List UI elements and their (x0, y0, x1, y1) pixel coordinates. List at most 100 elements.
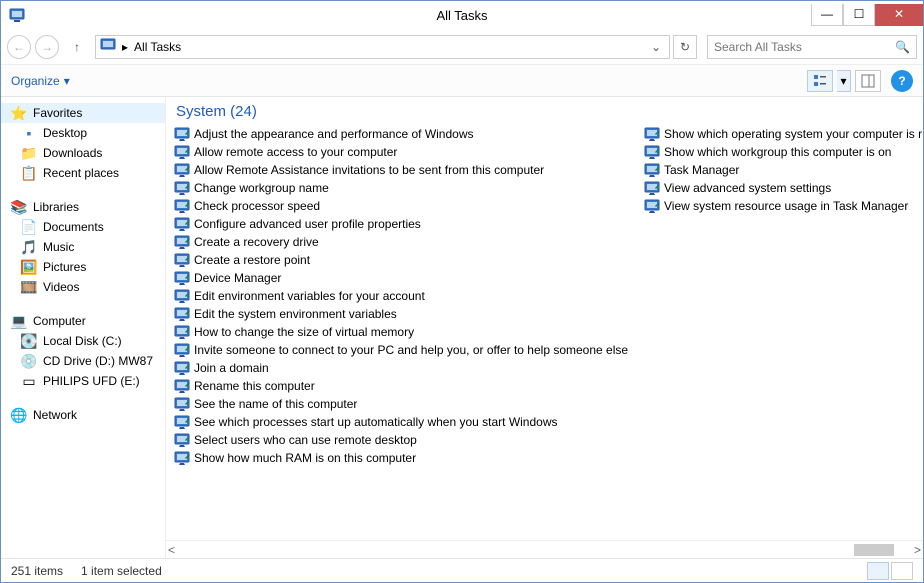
task-item[interactable]: Show which operating system your compute… (644, 126, 922, 142)
tree-item-desktop[interactable]: ▪Desktop (1, 123, 165, 143)
control-panel-icon (174, 415, 190, 429)
task-item[interactable]: Device Manager (174, 270, 644, 286)
status-selection: 1 item selected (81, 564, 162, 578)
task-item[interactable]: View advanced system settings (644, 180, 922, 196)
status-bar: 251 items 1 item selected (1, 558, 923, 582)
control-panel-icon (174, 307, 190, 321)
control-panel-icon (174, 379, 190, 393)
tree-item-usb-drive[interactable]: ▭PHILIPS UFD (E:) (1, 371, 165, 391)
tree-network[interactable]: 🌐Network (1, 405, 165, 425)
tree-item-cd-drive[interactable]: 💿CD Drive (D:) MW87 (1, 351, 165, 371)
address-bar[interactable]: ▸ All Tasks ⌄ (95, 35, 670, 59)
task-label: Adjust the appearance and performance of… (194, 127, 474, 141)
task-item[interactable]: View system resource usage in Task Manag… (644, 198, 922, 214)
task-item[interactable]: Edit environment variables for your acco… (174, 288, 644, 304)
task-item[interactable]: Show which workgroup this computer is on (644, 144, 922, 160)
recent-icon: 📋 (21, 165, 37, 181)
task-item[interactable]: Change workgroup name (174, 180, 644, 196)
task-item[interactable]: Edit the system environment variables (174, 306, 644, 322)
task-item[interactable]: Configure advanced user profile properti… (174, 216, 644, 232)
tree-item-recent[interactable]: 📋Recent places (1, 163, 165, 183)
breadcrumb-separator: ▸ (122, 40, 128, 54)
task-item[interactable]: Join a domain (174, 360, 644, 376)
organize-menu[interactable]: Organize ▾ (11, 74, 70, 88)
tree-item-videos[interactable]: 🎞️Videos (1, 277, 165, 297)
title-bar: All Tasks — ☐ ✕ (1, 1, 923, 29)
task-item[interactable]: Task Manager (644, 162, 922, 178)
breadcrumb-item[interactable]: All Tasks (134, 40, 181, 54)
task-label: Allow remote access to your computer (194, 145, 397, 159)
search-icon: 🔍 (895, 40, 910, 54)
pictures-icon: 🖼️ (21, 259, 37, 275)
content-pane: System (24) Adjust the appearance and pe… (166, 97, 923, 558)
body-pane: ⭐Favorites ▪Desktop 📁Downloads 📋Recent p… (1, 97, 923, 558)
control-panel-icon (174, 199, 190, 213)
task-item[interactable]: Create a restore point (174, 252, 644, 268)
tree-libraries[interactable]: 📚Libraries (1, 197, 165, 217)
task-item[interactable]: Rename this computer (174, 378, 644, 394)
scroll-thumb[interactable] (854, 544, 894, 556)
task-label: View advanced system settings (664, 181, 831, 195)
search-box[interactable]: 🔍 (707, 35, 917, 59)
view-mode-dropdown[interactable]: ▾ (837, 70, 851, 92)
task-label: How to change the size of virtual memory (194, 325, 414, 339)
preview-pane-button[interactable] (855, 70, 881, 92)
task-item[interactable]: See the name of this computer (174, 396, 644, 412)
help-button[interactable]: ? (891, 70, 913, 92)
control-panel-icon (644, 163, 660, 177)
view-mode-button[interactable] (807, 70, 833, 92)
maximize-button[interactable]: ☐ (843, 4, 875, 26)
scroll-right-arrow[interactable]: > (914, 543, 921, 557)
refresh-button[interactable]: ↻ (673, 35, 697, 59)
task-label: Configure advanced user profile properti… (194, 217, 421, 231)
videos-icon: 🎞️ (21, 279, 37, 295)
horizontal-scrollbar[interactable]: < > (166, 540, 923, 558)
tree-item-downloads[interactable]: 📁Downloads (1, 143, 165, 163)
task-label: See the name of this computer (194, 397, 357, 411)
task-item[interactable]: How to change the size of virtual memory (174, 324, 644, 340)
icons-view-button[interactable] (891, 562, 913, 580)
search-input[interactable] (714, 40, 895, 54)
task-item[interactable]: Check processor speed (174, 198, 644, 214)
details-view-button[interactable] (867, 562, 889, 580)
task-item[interactable]: Show how much RAM is on this computer (174, 450, 644, 466)
task-label: Show which workgroup this computer is on (664, 145, 891, 159)
control-panel-icon (174, 433, 190, 447)
tree-favorites[interactable]: ⭐Favorites (1, 103, 165, 123)
task-item[interactable]: Invite someone to connect to your PC and… (174, 342, 644, 358)
address-dropdown[interactable]: ⌄ (647, 40, 665, 54)
tree-item-music[interactable]: 🎵Music (1, 237, 165, 257)
navigation-tree: ⭐Favorites ▪Desktop 📁Downloads 📋Recent p… (1, 97, 166, 558)
task-label: Create a recovery drive (194, 235, 319, 249)
music-icon: 🎵 (21, 239, 37, 255)
task-label: Task Manager (664, 163, 739, 177)
minimize-button[interactable]: — (811, 4, 843, 26)
task-item[interactable]: Allow Remote Assistance invitations to b… (174, 162, 644, 178)
window-title: All Tasks (1, 8, 923, 23)
task-item[interactable]: Allow remote access to your computer (174, 144, 644, 160)
task-item[interactable]: Select users who can use remote desktop (174, 432, 644, 448)
address-icon (100, 37, 116, 56)
task-item[interactable]: See which processes start up automatical… (174, 414, 644, 430)
back-button[interactable]: ← (7, 35, 31, 59)
control-panel-icon (174, 325, 190, 339)
task-item[interactable]: Adjust the appearance and performance of… (174, 126, 644, 142)
control-panel-icon (174, 235, 190, 249)
close-button[interactable]: ✕ (875, 4, 923, 26)
control-panel-icon (174, 361, 190, 375)
disk-icon: 💽 (21, 333, 37, 349)
documents-icon: 📄 (21, 219, 37, 235)
control-panel-icon (174, 181, 190, 195)
control-panel-icon (174, 451, 190, 465)
tree-item-local-disk[interactable]: 💽Local Disk (C:) (1, 331, 165, 351)
scroll-left-arrow[interactable]: < (168, 543, 175, 557)
task-label: Show how much RAM is on this computer (194, 451, 416, 465)
task-label: Join a domain (194, 361, 269, 375)
forward-button[interactable]: → (35, 35, 59, 59)
group-header: System (24) (166, 97, 923, 126)
tree-computer[interactable]: 💻Computer (1, 311, 165, 331)
tree-item-pictures[interactable]: 🖼️Pictures (1, 257, 165, 277)
task-item[interactable]: Create a recovery drive (174, 234, 644, 250)
up-button[interactable]: ↑ (67, 37, 87, 57)
tree-item-documents[interactable]: 📄Documents (1, 217, 165, 237)
